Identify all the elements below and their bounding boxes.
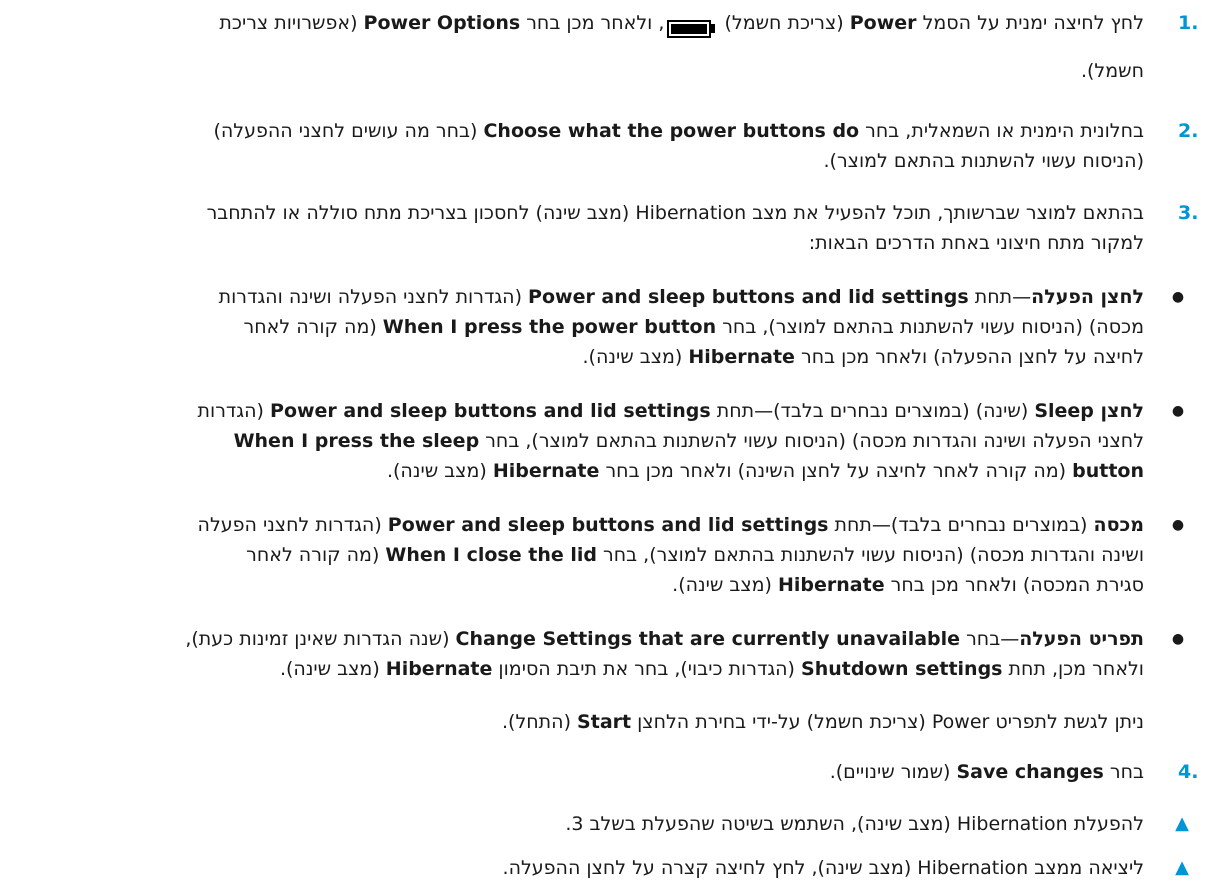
text-run: (הגדרות לחצני הפעלה: [197, 514, 388, 536]
text-run: ושינה והגדרות מכסה) (הניסוח עשוי להשתנות…: [596, 544, 1144, 566]
text-run: (מצב שינה).: [582, 346, 689, 368]
text-run: ולאחר מכן, תחת: [1002, 658, 1144, 680]
bullet-4-line-2: ולאחר מכן, תחת Shutdown settings (הגדרות…: [280, 654, 1144, 684]
text-run: לחצני הפעלה ושינה והגדרות מכסה) (הניסוח …: [479, 430, 1144, 452]
bold-text: Start: [577, 711, 632, 733]
text-run: (הגדרות כיבוי), בחר את תיבת הסימון: [492, 658, 802, 680]
text-run: (בחר מה עושים לחצני ההפעלה): [213, 120, 484, 142]
step-3-line-1: בהתאם למוצר שברשותך, תוכל להפעיל את מצב …: [207, 198, 1144, 228]
bullet-1-line-2: מכסה) (הניסוח עשוי להשתנות בהתאם למוצר),…: [244, 312, 1144, 342]
text-run: סגירת המכסה) ולאחר מכן בחר: [884, 574, 1144, 596]
step-3-line-2: למקור מתח חיצוני באחת הדרכים הבאות:: [809, 228, 1144, 258]
bold-text: Sleep: [1034, 400, 1094, 422]
text-run: (אפשרויות צריכת: [219, 12, 364, 34]
text-run: למקור מתח חיצוני באחת הדרכים הבאות:: [808, 232, 1144, 254]
step-4-line-1: בחר Save changes (שמור שינויים).: [830, 757, 1144, 787]
battery-icon: [667, 19, 716, 38]
bullet-3-line-1: מכסה (במוצרים נבחרים בלבד)—תחת Power and…: [198, 510, 1144, 540]
tip-1: להפעלת Hibernation (מצב שינה), השתמש בשי…: [565, 809, 1144, 839]
text-run: (הניסוח עשוי להשתנות בהתאם למוצר).: [823, 150, 1145, 172]
step-number: .3: [1178, 202, 1199, 224]
bold-text: Power and sleep buttons and lid settings: [528, 286, 969, 308]
text-run: (מצב שינה).: [672, 574, 778, 596]
text-run: ניתן לגשת לתפריט Power (צריכת חשמל) על-י…: [631, 711, 1144, 733]
bold-text: When I press the sleep: [233, 430, 480, 452]
text-run: בחלונית הימנית או השמאלית, בחר: [859, 120, 1144, 142]
bullet-icon: ●: [1171, 517, 1185, 533]
bold-text: Hibernate: [778, 574, 885, 596]
document-page: .1 לחץ לחיצה ימנית על הסמל Power (צריכת …: [0, 0, 1206, 886]
triangle-icon: ▲: [1175, 857, 1189, 878]
bold-text: תפריט הפעלה: [1019, 628, 1144, 650]
bullet-4-line-1: תפריט הפעלה—בחר Change Settings that are…: [185, 624, 1144, 654]
text-run: (מצב שינה).: [279, 658, 386, 680]
bullet-2-line-3: button (מה קורה לאחר לחיצה על לחצן השינה…: [387, 456, 1144, 486]
step-number: .1: [1178, 12, 1199, 34]
text-run: בחר: [1103, 761, 1144, 783]
text-run: (הגדרות לחצני הפעלה ושינה והגדרות: [218, 286, 529, 308]
text-run: לחיצה על לחצן ההפעלה) ולאחר מכן בחר: [794, 346, 1144, 368]
bullet-2-line-2: לחצני הפעלה ושינה והגדרות מכסה) (הניסוח …: [234, 426, 1144, 456]
bold-text: Power Options: [363, 12, 521, 34]
bold-text: When I press the power button: [382, 316, 717, 338]
text-run: (שמור שינויים).: [829, 761, 957, 783]
text-run: —תחת: [968, 286, 1032, 308]
bold-text: Choose what the power buttons do: [483, 120, 860, 142]
bold-text: מכסה: [1093, 514, 1144, 536]
bold-text: Change Settings that are currently unava…: [455, 628, 961, 650]
text-run: (צריכת חשמל): [718, 12, 850, 34]
bold-text: Power and sleep buttons and lid settings: [387, 514, 829, 536]
bullet-1-line-1: לחצן הפעלה—תחת Power and sleep buttons a…: [219, 282, 1144, 312]
bold-text: Hibernate: [688, 346, 795, 368]
bullet-1-line-3: לחיצה על לחצן ההפעלה) ולאחר מכן בחר Hibe…: [583, 342, 1145, 372]
text-run: חשמל).: [1080, 60, 1144, 82]
bold-text: Shutdown settings: [801, 658, 1003, 680]
bullet-icon: ●: [1171, 631, 1185, 647]
bullet-icon: ●: [1171, 289, 1185, 305]
text-run: לחץ לחיצה ימנית על הסמל: [916, 12, 1144, 34]
step-2-line-1: בחלונית הימנית או השמאלית, בחר Choose wh…: [213, 116, 1144, 146]
step-number: .4: [1178, 761, 1199, 783]
bold-text: לחצן: [1093, 400, 1144, 422]
bold-text: Hibernate: [492, 460, 600, 482]
text-run: (התחל).: [502, 711, 578, 733]
step-2-line-2: (הניסוח עשוי להשתנות בהתאם למוצר).: [824, 146, 1145, 176]
step-1-line-2: חשמל).: [1081, 56, 1144, 86]
text-run: (מה קורה לאחר לחיצה על לחצן השינה) ולאחר…: [599, 460, 1073, 482]
text-run: מכסה) (הניסוח עשוי להשתנות בהתאם למוצר),…: [716, 316, 1144, 338]
text-run: (מה קורה לאחר: [246, 544, 386, 566]
bullet-3-line-3: סגירת המכסה) ולאחר מכן בחר Hibernate (מצ…: [672, 570, 1144, 600]
text-run: —בחר: [960, 628, 1020, 650]
text-run: (הגדרות: [197, 400, 271, 422]
text-run: (במוצרים נבחרים בלבד)—תחת: [828, 514, 1094, 536]
text-run: , ולאחר מכן בחר: [520, 12, 665, 34]
text-run: להפעלת Hibernation (מצב שינה), השתמש בשי…: [565, 813, 1144, 835]
bold-text: לחצן הפעלה: [1031, 286, 1144, 308]
step-1-line-1: לחץ לחיצה ימנית על הסמל Power (צריכת חשמ…: [219, 8, 1144, 38]
tip-2: ליציאה ממצב Hibernation (מצב שינה), לחץ …: [503, 853, 1144, 883]
bold-text: button: [1072, 460, 1144, 482]
bullet-2-line-1: לחצן Sleep (שינה) (במוצרים נבחרים בלבד)—…: [198, 396, 1144, 426]
start-menu-note: ניתן לגשת לתפריט Power (צריכת חשמל) על-י…: [502, 707, 1144, 737]
bold-text: Power and sleep buttons and lid settings: [270, 400, 711, 422]
step-number: .2: [1178, 120, 1199, 142]
text-run: (מה קורה לאחר: [243, 316, 383, 338]
bold-text: Power: [849, 12, 917, 34]
text-run: (שינה) (במוצרים נבחרים בלבד)—תחת: [710, 400, 1035, 422]
triangle-icon: ▲: [1175, 813, 1189, 834]
text-run: (מצב שינה).: [386, 460, 493, 482]
bold-text: Hibernate: [385, 658, 493, 680]
text-run: ליציאה ממצב Hibernation (מצב שינה), לחץ …: [502, 857, 1144, 879]
bullet-3-line-2: ושינה והגדרות מכסה) (הניסוח עשוי להשתנות…: [246, 540, 1144, 570]
bold-text: Save changes: [956, 761, 1104, 783]
text-run: (שנה הגדרות שאינן זמינות כעת),: [185, 628, 456, 650]
bold-text: When I close the lid: [385, 544, 597, 566]
text-run: בהתאם למוצר שברשותך, תוכל להפעיל את מצב …: [206, 202, 1144, 224]
bullet-icon: ●: [1171, 403, 1185, 419]
